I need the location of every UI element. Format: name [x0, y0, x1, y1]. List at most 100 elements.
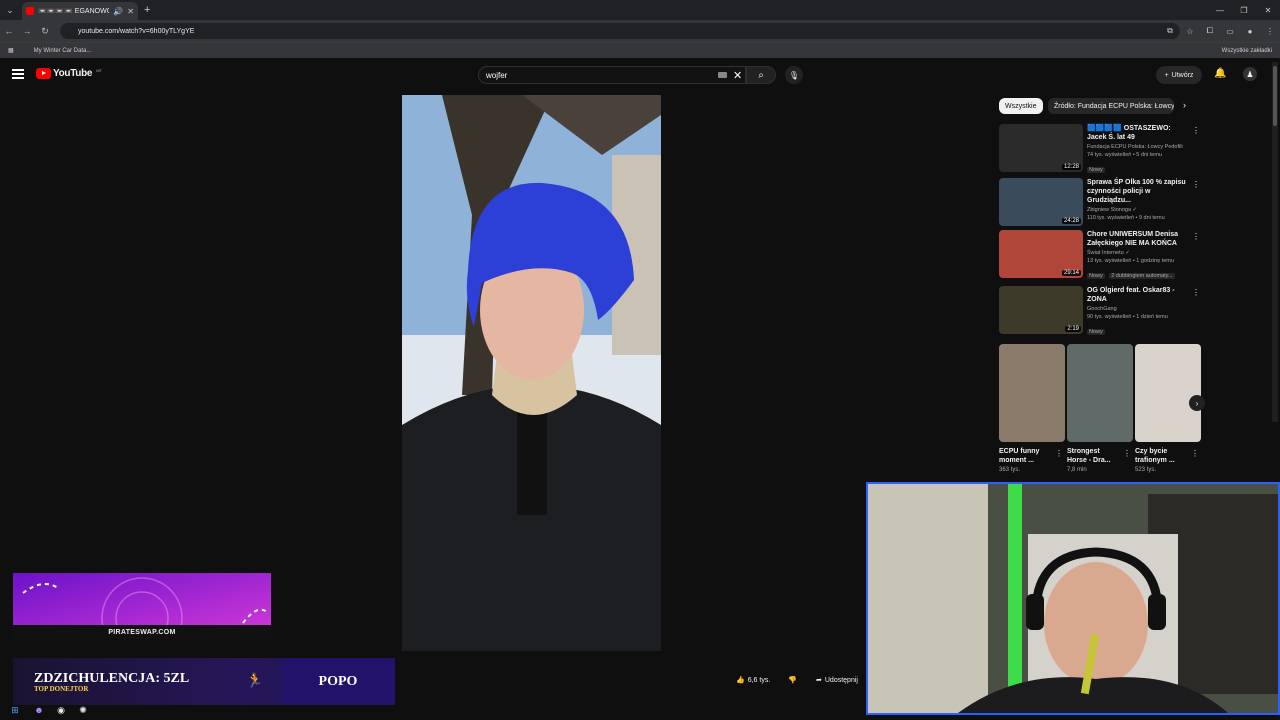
address-url: youtube.com/watch?v=6h00yTLYgYE	[78, 27, 195, 35]
install-icon[interactable]: ⧉	[1160, 26, 1180, 36]
sponsor-banner: PIRATESWAP.COM	[13, 573, 271, 639]
microphone-icon: 🎙	[788, 70, 800, 80]
youtube-play-icon	[36, 68, 51, 79]
video-thumbnail[interactable]: 2:19	[999, 286, 1083, 334]
more-options-icon[interactable]: ⋮	[1191, 449, 1199, 458]
apps-grid-icon[interactable]: ▦	[8, 47, 14, 54]
logo-country: MT	[96, 68, 102, 73]
tab-close-icon[interactable]: ✕	[127, 7, 134, 16]
clear-search-icon[interactable]: ✕	[733, 69, 742, 82]
menu-icon[interactable]: ⋮	[1260, 27, 1280, 36]
chip-all[interactable]: Wszystkie	[999, 98, 1043, 114]
short-thumbnail[interactable]	[1135, 344, 1201, 442]
shorts-next-icon[interactable]: ›	[1189, 395, 1205, 411]
video-player[interactable]	[402, 95, 661, 651]
channel-name[interactable]: Zbigniew Stonoga ✓	[1087, 207, 1191, 213]
profile-icon[interactable]: ●	[1240, 27, 1260, 36]
bookmark-item[interactable]: My Winter Car Data...	[34, 48, 92, 54]
chrome-icon[interactable]: ◉	[54, 703, 68, 717]
short-title[interactable]: Czy bycie trafionym ...	[1135, 447, 1189, 465]
maximize-icon[interactable]: ❐	[1232, 0, 1256, 20]
video-thumbnail[interactable]: 24:28	[999, 178, 1083, 226]
runner-icon: 🏃	[246, 672, 264, 688]
dislike-button[interactable]: 👎	[788, 676, 797, 684]
cast-icon[interactable]: ▭	[1220, 27, 1240, 36]
tab-search-icon[interactable]: ⌄	[0, 0, 20, 20]
thumbs-up-icon: 👍	[736, 677, 745, 684]
share-button[interactable]: ➦ Udostępnij	[816, 676, 858, 685]
tab-title: 📼📼📼📼 EGANOWO...	[38, 8, 109, 15]
video-title[interactable]: 🟦🟦🟦🟦 OSTASZEWO: Jacek Ś. lat 49	[1087, 124, 1191, 142]
video-title[interactable]: Chore UNIWERSUM Denisa Załęckiego NIE MA…	[1087, 230, 1191, 248]
address-bar[interactable]: youtube.com/watch?v=6h00yTLYgYE	[60, 23, 1180, 39]
start-icon[interactable]: ⊞	[8, 703, 22, 717]
youtube-logo[interactable]: YouTube MT	[36, 68, 102, 79]
recommended-video[interactable]: 24:28 Sprawa ŚP Olka 100 % zapisu czynnoś…	[999, 178, 1200, 230]
short-thumbnail[interactable]	[1067, 344, 1133, 442]
video-duration: 24:28	[1061, 218, 1081, 224]
chip-source[interactable]: Źródło: Fundacja ECPU Polska: Łowcy	[1048, 98, 1174, 114]
video-meta: Sprawa ŚP Olka 100 % zapisu czynności po…	[1087, 178, 1191, 221]
donor-name: POPO	[281, 658, 395, 705]
twitch-icon[interactable]: ✺	[76, 703, 90, 717]
close-window-icon[interactable]: ✕	[1256, 0, 1280, 20]
minimize-icon[interactable]: —	[1208, 0, 1232, 20]
all-bookmarks-link[interactable]: Wszystkie zakładki	[1222, 48, 1272, 54]
like-count: 6,6 tys.	[747, 676, 771, 684]
channel-name[interactable]: Świat Internetu ✓	[1087, 250, 1191, 256]
create-label: Utwórz	[1171, 71, 1194, 79]
chevron-right-icon[interactable]: ›	[1183, 100, 1186, 110]
video-stats: 90 tys. wyświetleń • 1 dzień temu	[1087, 314, 1168, 320]
reload-icon[interactable]: ↻	[36, 26, 54, 37]
short-item[interactable]: Strongest Horse - Dra... 7,8 mln ⋮	[1067, 344, 1133, 473]
short-title[interactable]: ECPU funny moment ...	[999, 447, 1053, 465]
back-icon[interactable]: ←	[0, 26, 18, 36]
search-button[interactable]: ⌕	[746, 66, 776, 84]
search-input[interactable]: wojfer	[478, 66, 746, 84]
avatar[interactable]: ♟	[1243, 67, 1257, 81]
notifications-bell-icon[interactable]: 🔔	[1214, 68, 1226, 79]
short-item[interactable]: ECPU funny moment ... 363 tys. ⋮	[999, 344, 1065, 473]
video-duration: 2:19	[1065, 326, 1081, 332]
more-options-icon[interactable]: ⋮	[1192, 126, 1200, 135]
video-title[interactable]: OG Olgierd feat. Oskar83 - ZONA	[1087, 286, 1191, 304]
bookmark-star-icon[interactable]: ☆	[1180, 27, 1200, 36]
channel-name[interactable]: Fundacja ECPU Polska: Łowcy Pedofili	[1087, 144, 1191, 150]
video-meta: OG Olgierd feat. Oskar83 - ZONA GoochGang…	[1087, 286, 1191, 338]
more-options-icon[interactable]: ⋮	[1192, 180, 1200, 189]
video-thumbnail[interactable]: 12:28	[999, 124, 1083, 172]
new-badge: Nowy	[1087, 329, 1105, 335]
scrollbar[interactable]	[1272, 62, 1278, 422]
channel-name[interactable]: GoochGang	[1087, 306, 1191, 312]
recommended-video[interactable]: 29:14 Chore UNIWERSUM Denisa Załęckiego N…	[999, 230, 1200, 282]
video-thumbnail[interactable]: 29:14	[999, 230, 1083, 278]
banner-url: PIRATESWAP.COM	[13, 625, 271, 639]
browser-toolbar: ← → ↻ youtube.com/watch?v=6h00yTLYgYE ⧉ …	[0, 20, 1280, 42]
short-thumbnail[interactable]	[999, 344, 1065, 442]
new-badge: Nowy	[1087, 273, 1105, 279]
extensions-icon[interactable]: ⧠	[1200, 26, 1220, 36]
hamburger-menu-icon[interactable]	[12, 69, 24, 79]
discord-icon[interactable]: ☻	[32, 703, 46, 717]
short-title[interactable]: Strongest Horse - Dra...	[1067, 447, 1121, 465]
new-tab-icon[interactable]: +	[144, 4, 150, 16]
more-options-icon[interactable]: ⋮	[1192, 232, 1200, 241]
tab-mute-icon[interactable]: 🔊	[113, 7, 123, 16]
more-options-icon[interactable]: ⋮	[1192, 288, 1200, 297]
voice-search-button[interactable]: 🎙	[785, 66, 803, 84]
keyboard-icon[interactable]	[718, 72, 727, 78]
recommended-video[interactable]: 2:19 OG Olgierd feat. Oskar83 - ZONA Gooch…	[999, 286, 1200, 338]
browser-tab[interactable]: 📼📼📼📼 EGANOWO... 🔊 ✕	[22, 2, 138, 20]
create-button[interactable]: + Utwórz	[1156, 66, 1202, 84]
more-options-icon[interactable]: ⋮	[1123, 449, 1131, 458]
webcam-frame	[868, 484, 1278, 713]
recommended-video[interactable]: 12:28 🟦🟦🟦🟦 OSTASZEWO: Jacek Ś. lat 49 Fund…	[999, 124, 1200, 176]
video-stats: 13 tys. wyświetleń • 1 godzinę temu	[1087, 258, 1174, 264]
logo-text: YouTube	[53, 68, 93, 79]
like-button[interactable]: 👍 6,6 tys.	[736, 676, 771, 685]
video-meta: Chore UNIWERSUM Denisa Załęckiego NIE MA…	[1087, 230, 1191, 282]
forward-icon[interactable]: →	[18, 26, 36, 36]
video-title[interactable]: Sprawa ŚP Olka 100 % zapisu czynności po…	[1087, 178, 1191, 205]
more-options-icon[interactable]: ⋮	[1055, 449, 1063, 458]
bookmarks-bar: ▦ My Winter Car Data... Wszystkie zakład…	[0, 42, 1280, 58]
